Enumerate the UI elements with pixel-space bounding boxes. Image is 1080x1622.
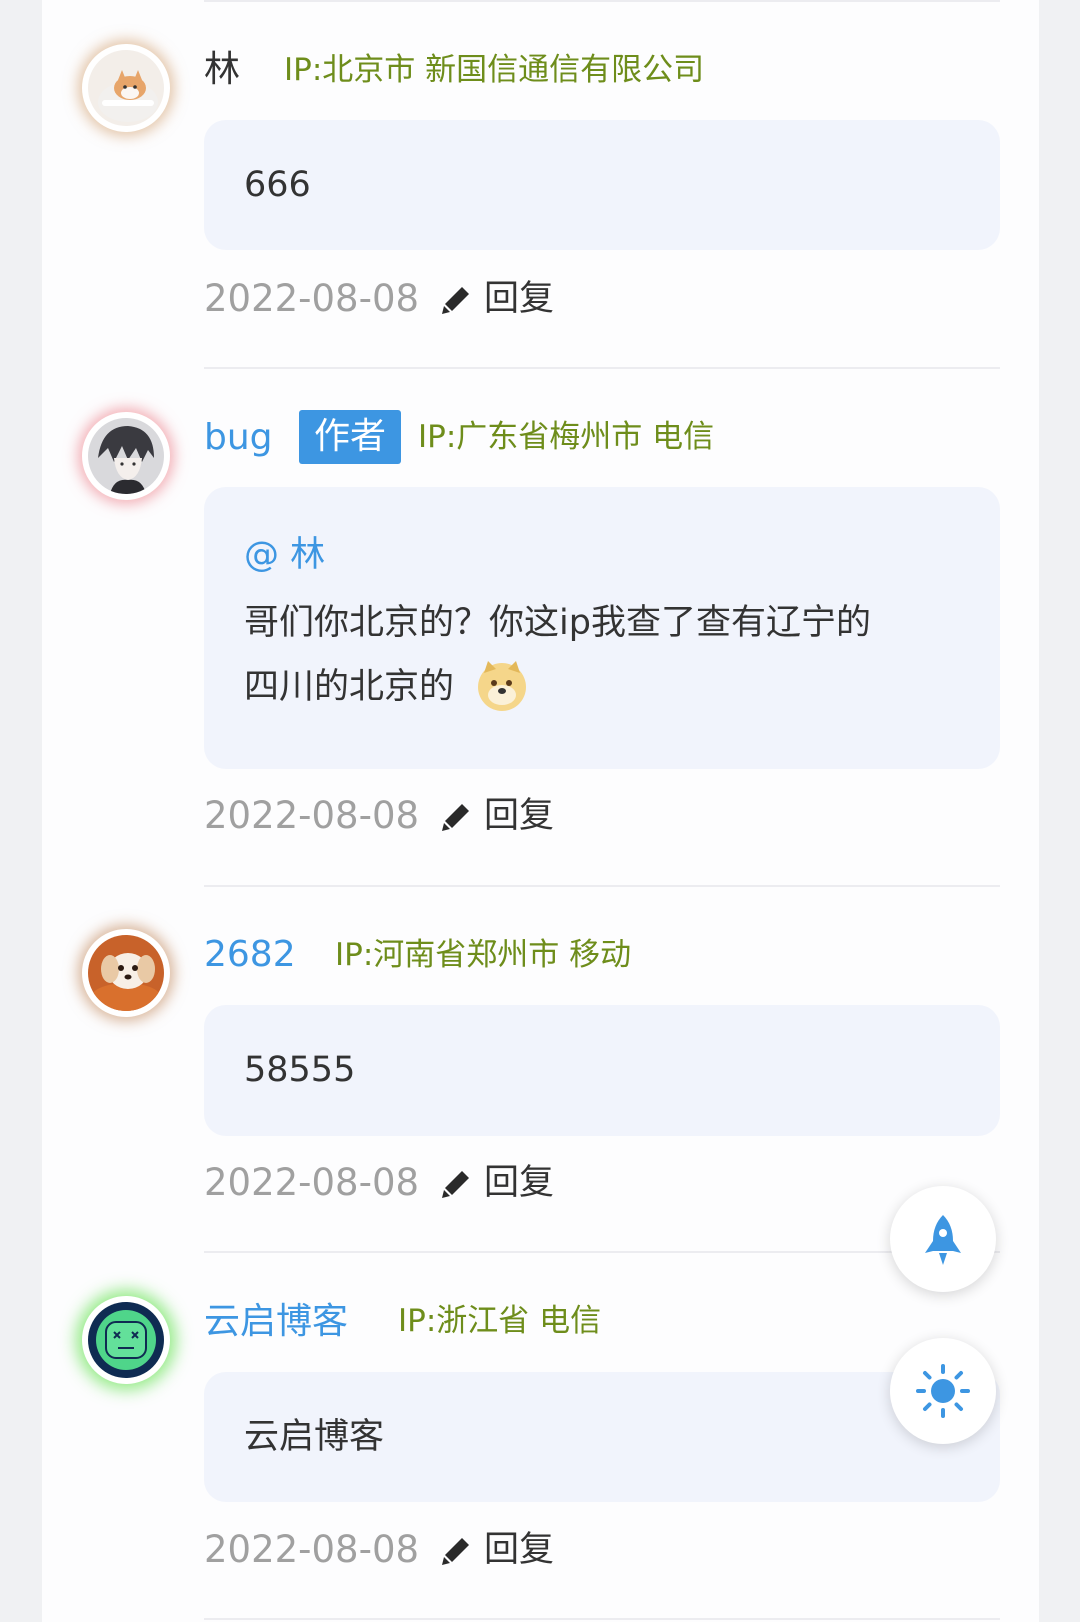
divider <box>204 1251 1000 1253</box>
reply-button[interactable]: 回复 <box>484 791 554 841</box>
pencil-icon[interactable] <box>440 1535 472 1567</box>
divider <box>204 367 1000 369</box>
comment-text: 云启博客 <box>244 1417 385 1457</box>
avatar[interactable] <box>82 412 170 500</box>
mention-tag[interactable]: @ 林 <box>244 531 960 579</box>
comment-bubble: 云启博客 <box>204 1372 1000 1502</box>
ip-location: IP:浙江省 电信 <box>398 1303 602 1339</box>
comment-text-line: 四川的北京的 <box>244 655 960 719</box>
reply-button[interactable]: 回复 <box>484 1525 554 1575</box>
comment-date: 2022-08-08 <box>204 1161 420 1204</box>
comment-date: 2022-08-08 <box>204 277 420 320</box>
comment-text: 58555 <box>244 1050 356 1090</box>
commenter-name: 云启博客 <box>204 1301 349 1342</box>
comment-list: 林 IP:北京市 新国信通信有限公司 666 2022-08-08 回复 bug… <box>42 0 1039 1622</box>
pencil-icon[interactable] <box>440 284 472 316</box>
puppy-avatar <box>88 935 164 1011</box>
anime-boy-avatar <box>88 418 164 494</box>
avatar[interactable] <box>82 44 170 132</box>
rocket-icon <box>925 1215 961 1265</box>
comment-text: 哥们你北京的？你这ip我查了查有辽宁的 <box>244 603 871 643</box>
sun-icon <box>916 1364 970 1418</box>
comment-text: 四川的北京的 <box>244 667 455 707</box>
comment-bubble: @ 林 哥们你北京的？你这ip我查了查有辽宁的 四川的北京的 <box>204 487 1000 769</box>
robot-face-avatar <box>88 1302 164 1378</box>
avatar[interactable] <box>82 1296 170 1384</box>
comment-text: 666 <box>244 165 311 205</box>
comment-date: 2022-08-08 <box>204 794 420 837</box>
ip-location: IP:广东省梅州市 电信 <box>418 419 715 455</box>
ip-location: IP:河南省郑州市 移动 <box>335 937 632 973</box>
comment-date: 2022-08-08 <box>204 1528 420 1571</box>
commenter-name: 2682 <box>204 934 296 975</box>
ip-location: IP:北京市 新国信通信有限公司 <box>284 52 705 88</box>
avatar[interactable] <box>82 929 170 1017</box>
divider <box>204 1618 1000 1620</box>
back-to-top-button[interactable] <box>890 1186 996 1292</box>
commenter-name: 林 <box>204 49 241 90</box>
theme-toggle-button[interactable] <box>890 1338 996 1444</box>
comment-bubble: 666 <box>204 120 1000 250</box>
commenter-name: bug <box>204 417 273 458</box>
doge-emoji <box>478 661 526 711</box>
comment-bubble: 58555 <box>204 1005 1000 1136</box>
divider <box>204 885 1000 887</box>
reply-button[interactable]: 回复 <box>484 274 554 324</box>
reply-button[interactable]: 回复 <box>484 1158 554 1208</box>
divider <box>204 0 1000 2</box>
pencil-icon[interactable] <box>440 801 472 833</box>
cat-avatar <box>88 50 164 126</box>
author-badge: 作者 <box>299 410 402 464</box>
pencil-icon[interactable] <box>440 1168 472 1200</box>
